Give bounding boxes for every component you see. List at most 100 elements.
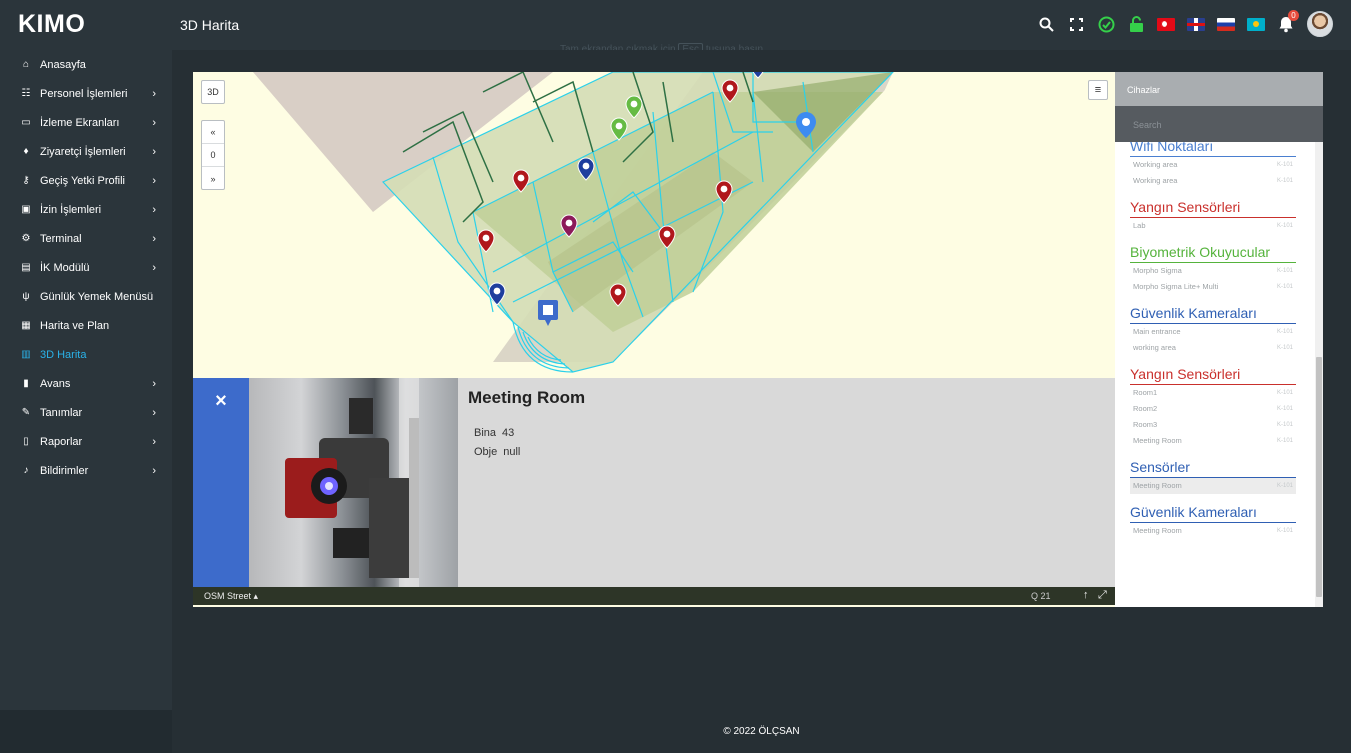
sidebar-item-tanimlar[interactable]: ✎ Tanımlar › [0, 398, 172, 427]
top-bar: KIMO 3D Harita Tam ekrandan çıkmak için … [0, 0, 1351, 56]
device-code: K-101 [1276, 345, 1293, 351]
device-group-title[interactable]: Biyometrik Okuyucular [1130, 244, 1296, 263]
layer-selector[interactable]: OSM Street ▴ [204, 591, 258, 602]
users-icon: ☷ [21, 88, 31, 99]
toggle-3d-button[interactable]: 3D [201, 80, 225, 104]
device-item[interactable]: Meeting Room K-101 [1130, 478, 1296, 494]
search-icon[interactable] [1037, 15, 1055, 33]
device-item[interactable]: Room1 K-101 [1130, 385, 1296, 401]
brand-logo[interactable]: KIMO [18, 10, 85, 39]
map-menu-button[interactable]: ≡ [1088, 80, 1108, 100]
flag-tr-icon[interactable] [1157, 17, 1175, 31]
device-name: Room1 [1133, 388, 1158, 397]
close-icon[interactable]: × [193, 378, 249, 587]
device-item[interactable]: Meeting Room K-101 [1130, 433, 1296, 449]
device-item[interactable]: Meeting Room K-101 [1130, 523, 1296, 539]
sidebar-item-gecis[interactable]: ⚷ Geçiş Yetki Profili › [0, 166, 172, 195]
bell-icon[interactable]: 0 [1277, 10, 1299, 33]
info-value: null [503, 446, 521, 458]
flag-ru-icon[interactable] [1217, 17, 1235, 31]
3d-map-canvas[interactable]: 3D « 0 » ≡ × Meeting Room Bina 43 Obje n… [193, 72, 1115, 607]
device-item[interactable]: Main entrance K-101 [1130, 324, 1296, 340]
device-code: K-101 [1276, 528, 1293, 534]
device-group: Wifi Noktaları Working area K-101 Working a… [1130, 142, 1315, 189]
sidebar-item-yemek[interactable]: ψ Günlük Yemek Menüsü [0, 282, 172, 311]
status-ok-icon[interactable] [1097, 15, 1115, 33]
sidebar-item-terminal[interactable]: ⚙ Terminal › [0, 224, 172, 253]
device-item[interactable]: Working area K-101 [1130, 173, 1296, 189]
sidebar-item-bildirimler[interactable]: ♪ Bildirimler › [0, 456, 172, 485]
device-item[interactable]: Room3 K-101 [1130, 417, 1296, 433]
devices-search-input[interactable]: Search [1115, 106, 1323, 142]
device-name: Room3 [1133, 420, 1158, 429]
device-group-title[interactable]: Güvenlik Kameraları [1130, 305, 1296, 324]
main-content: 3D « 0 » ≡ × Meeting Room Bina 43 Obje n… [172, 50, 1351, 710]
chevron-right-icon: › [152, 232, 156, 245]
sidebar-item-avans[interactable]: ▮ Avans › [0, 369, 172, 398]
device-code: K-101 [1276, 178, 1293, 184]
floorplan-icon: ▦ [21, 320, 31, 331]
device-group-title[interactable]: Sensörler [1130, 459, 1296, 478]
device-group-title[interactable]: Güvenlik Kameraları [1130, 504, 1296, 523]
north-arrow-icon[interactable]: ↑ [1083, 589, 1089, 601]
device-code: K-101 [1276, 162, 1293, 168]
sidebar-item-label: Anasayfa [40, 58, 86, 71]
device-name: Room2 [1133, 404, 1158, 413]
map-icon: ▥ [21, 349, 31, 360]
device-name: Working area [1133, 160, 1178, 169]
device-group-title[interactable]: Yangın Sensörleri [1130, 366, 1296, 385]
sidebar-item-ik[interactable]: ▤ İK Modülü › [0, 253, 172, 282]
sidebar-item-harita-plan[interactable]: ▦ Harita ve Plan [0, 311, 172, 340]
sidebar-item-3d-harita[interactable]: ▥ 3D Harita [0, 340, 172, 369]
device-item[interactable]: Room2 K-101 [1130, 401, 1296, 417]
chevron-right-icon: › [152, 377, 156, 390]
floor-level: 0 [202, 144, 224, 167]
flag-en-icon[interactable] [1187, 17, 1205, 31]
sidebar-item-personel[interactable]: ☷ Personel İşlemleri › [0, 79, 172, 108]
info-key: Obje [474, 446, 498, 458]
devices-list: Wifi Noktaları Working area K-101 Working a… [1115, 142, 1315, 607]
sidebar-item-izin[interactable]: ▣ İzin İşlemleri › [0, 195, 172, 224]
map-status-bar: OSM Street ▴ Q 21 ↑ ⤢ [193, 587, 1115, 605]
building-3d-model [253, 72, 1115, 378]
sidebar-item-label: İK Modülü [40, 261, 90, 274]
device-item[interactable]: Morpho Sigma K-101 [1130, 263, 1296, 279]
device-item[interactable]: Working area K-101 [1130, 157, 1296, 173]
floor-down-button[interactable]: » [202, 167, 224, 190]
sidebar-item-anasayfa[interactable]: ⌂ Anasayfa [0, 50, 172, 79]
device-group-title[interactable]: Yangın Sensörleri [1130, 199, 1296, 218]
sidebar-item-ziyaretci[interactable]: ♦ Ziyaretçi İşlemleri › [0, 137, 172, 166]
info-key: Bina [474, 427, 497, 439]
id-card-icon: ▤ [21, 262, 31, 273]
chevron-right-icon: › [152, 116, 156, 129]
device-name: Meeting Room [1133, 436, 1182, 445]
info-details: Bina 43 Obje null [474, 424, 520, 462]
sidebar-item-label: Ziyaretçi İşlemleri [40, 145, 126, 158]
expand-icon[interactable]: ⤢ [1098, 589, 1107, 602]
device-code: K-101 [1276, 223, 1293, 229]
flag-kz-icon[interactable] [1247, 17, 1265, 31]
devices-scrollbar[interactable] [1315, 142, 1323, 607]
avatar[interactable] [1307, 11, 1333, 37]
chevron-right-icon: › [152, 464, 156, 477]
page-title: 3D Harita [180, 17, 240, 33]
sidebar-item-raporlar[interactable]: ▯ Raporlar › [0, 427, 172, 456]
floor-up-button[interactable]: « [202, 121, 224, 144]
sidebar-item-label: Tanımlar [40, 406, 83, 419]
sensor-photo [249, 378, 458, 587]
sidebar-item-izleme[interactable]: ▭ İzleme Ekranları › [0, 108, 172, 137]
info-panel: × Meeting Room Bina 43 Obje null [193, 378, 1115, 587]
device-item[interactable]: Morpho Sigma Lite+ Multi K-101 [1130, 279, 1296, 295]
device-item[interactable]: Lab K-101 [1130, 218, 1296, 234]
devices-header: Cihazlar [1115, 72, 1323, 106]
camera-device-image [285, 378, 419, 587]
monitor-icon: ▭ [21, 117, 31, 128]
device-group-title[interactable]: Wifi Noktaları [1130, 142, 1296, 157]
sidebar-item-label: Geçiş Yetki Profili [40, 174, 125, 187]
device-item[interactable]: working area K-101 [1130, 340, 1296, 356]
unlock-icon[interactable] [1127, 15, 1145, 33]
device-name: Working area [1133, 176, 1178, 185]
chevron-right-icon: › [152, 435, 156, 448]
scrollbar-thumb[interactable] [1316, 357, 1322, 597]
fullscreen-icon[interactable] [1067, 15, 1085, 33]
